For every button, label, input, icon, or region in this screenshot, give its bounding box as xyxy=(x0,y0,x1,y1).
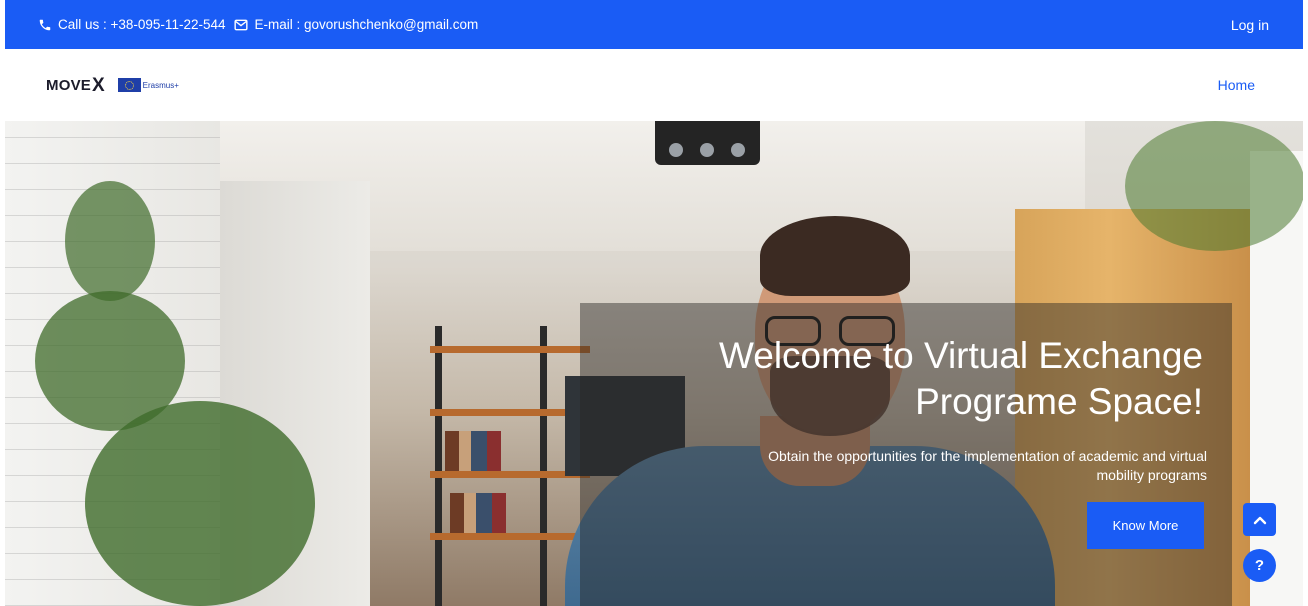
hero-subtitle-line2: mobility programs xyxy=(1096,467,1207,483)
erasmus-label: Erasmus+ xyxy=(142,80,179,90)
hero-section: Welcome to Virtual Exchange Programe Spa… xyxy=(5,121,1303,606)
help-button[interactable]: ? xyxy=(1243,549,1276,582)
brand-x-mark: X xyxy=(91,74,105,96)
brand-move-text: MOVE xyxy=(46,76,91,94)
phone-icon xyxy=(39,19,51,30)
envelope-icon xyxy=(234,19,249,30)
photo-shelf-pole xyxy=(435,326,442,606)
photo-plant-leaves xyxy=(85,401,315,606)
brand-logo[interactable]: MOVE X Erasmus+ xyxy=(46,76,179,95)
main-navbar: MOVE X Erasmus+ Home xyxy=(5,49,1303,121)
email-contact: E-mail : govorushchenko@gmail.com xyxy=(234,17,478,32)
photo-palm-leaves xyxy=(1125,121,1303,251)
chevron-up-icon xyxy=(1253,516,1266,524)
contact-info: Call us : +38-095-11-22-544 E-mail : gov… xyxy=(38,17,487,32)
login-link[interactable]: Log in xyxy=(1231,17,1269,33)
phone-text: Call us : +38-095-11-22-544 xyxy=(58,17,226,32)
know-more-button[interactable]: Know More xyxy=(1087,502,1204,549)
photo-plant-leaves xyxy=(65,181,155,301)
hero-subtitle: Obtain the opportunities for the impleme… xyxy=(625,447,1207,485)
eu-flag-icon xyxy=(117,78,141,92)
nav-home-link[interactable]: Home xyxy=(1218,77,1255,93)
photo-books xyxy=(445,431,505,471)
photo-ceiling-lamp xyxy=(655,121,760,165)
hero-title-line2: Programe Space! xyxy=(915,381,1203,422)
scroll-to-top-button[interactable] xyxy=(1243,503,1276,536)
phone-contact: Call us : +38-095-11-22-544 xyxy=(38,17,225,32)
hero-subtitle-line1: Obtain the opportunities for the impleme… xyxy=(768,448,1207,464)
photo-hair xyxy=(760,216,910,296)
email-text: E-mail : govorushchenko@gmail.com xyxy=(254,17,479,32)
hero-title: Welcome to Virtual Exchange Programe Spa… xyxy=(625,333,1203,425)
top-contact-bar: Call us : +38-095-11-22-544 E-mail : gov… xyxy=(5,0,1303,49)
photo-books xyxy=(450,493,510,533)
photo-shelf-pole xyxy=(540,326,547,606)
hero-title-line1: Welcome to Virtual Exchange xyxy=(719,335,1203,376)
question-icon: ? xyxy=(1254,557,1265,574)
erasmus-logo: Erasmus+ xyxy=(117,78,179,92)
